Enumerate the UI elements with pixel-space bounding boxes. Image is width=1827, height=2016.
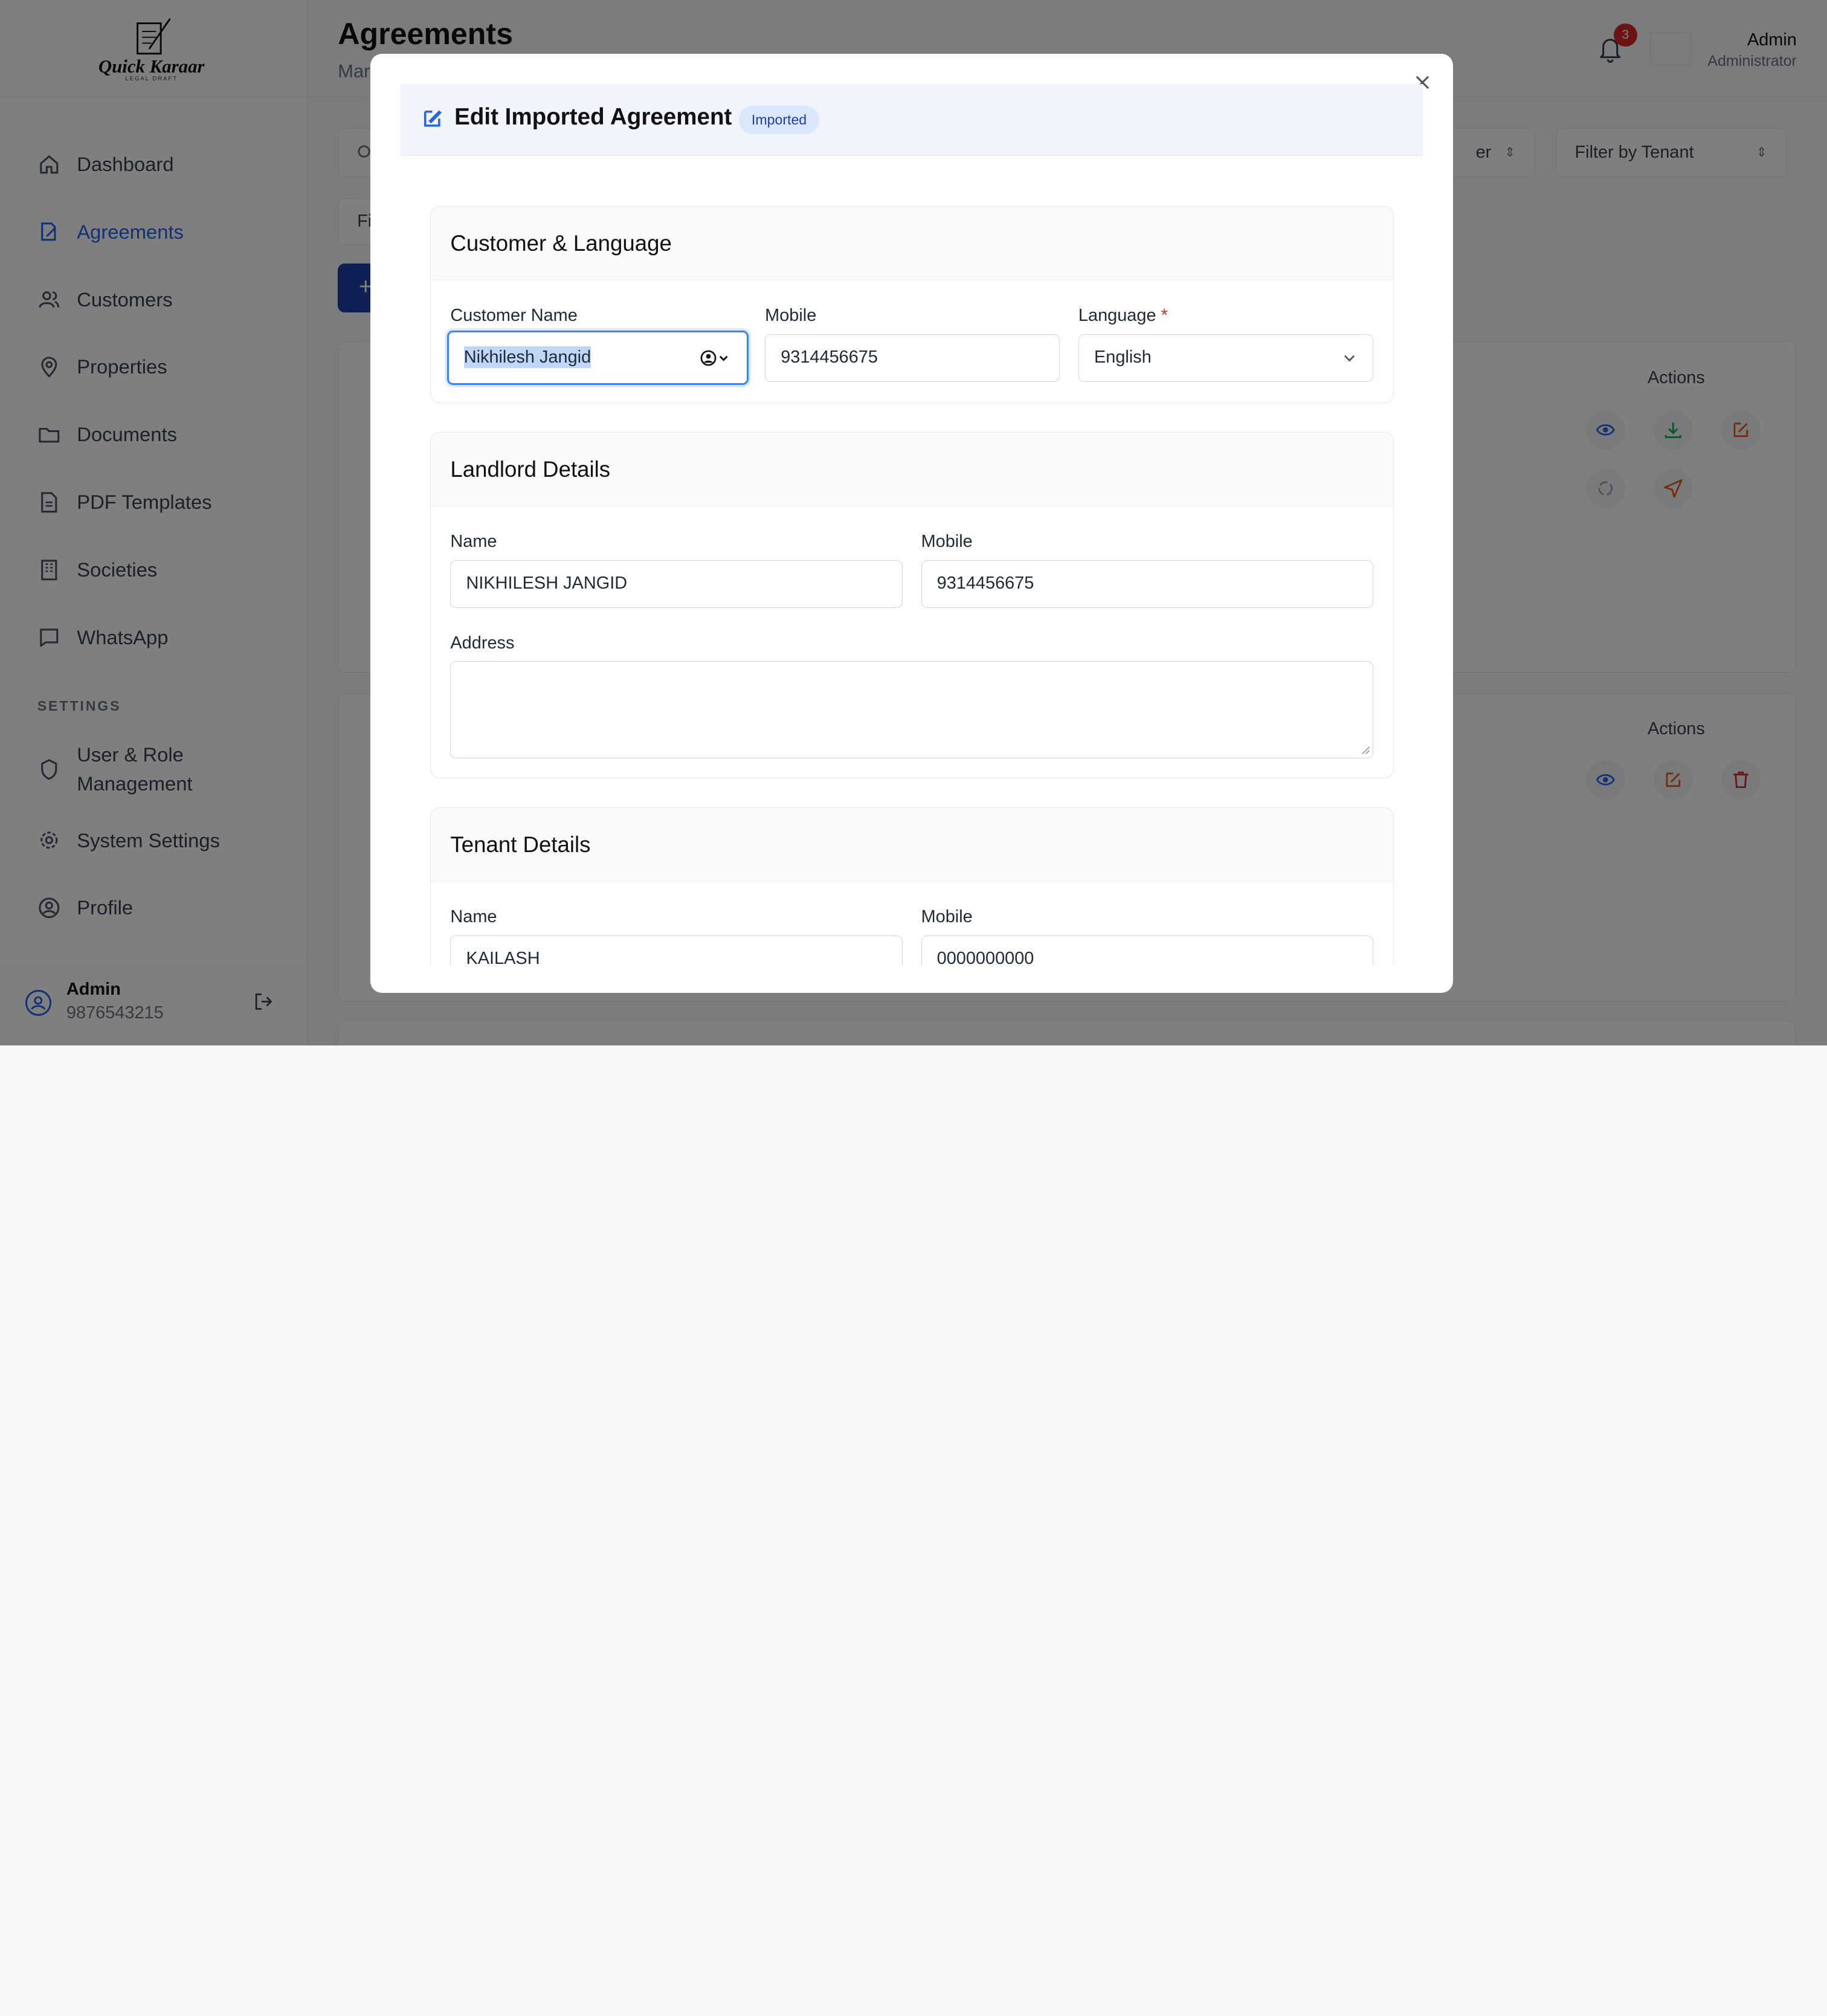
section-title: Landlord Details: [430, 433, 1393, 506]
language-select[interactable]: English: [1078, 334, 1373, 382]
customer-name-select[interactable]: Nikhilesh Jangid: [446, 330, 749, 386]
chevron-down-icon: [719, 356, 728, 362]
modal-title: Edit Imported Agreement: [454, 103, 732, 130]
mobile-input[interactable]: 9314456675: [765, 334, 1060, 382]
required-marker: *: [1161, 306, 1168, 326]
landlord-mobile-label: Mobile: [921, 532, 973, 552]
modal-header: Edit Imported Agreement Imported: [401, 83, 1423, 157]
language-label: Language *: [1078, 306, 1168, 326]
tenant-name-label: Name: [450, 907, 497, 927]
landlord-address-textarea[interactable]: [450, 661, 1373, 758]
customer-name-label: Customer Name: [450, 306, 578, 326]
customer-name-value: Nikhilesh Jangid: [463, 346, 591, 368]
section-title: Tenant Details: [430, 808, 1393, 882]
mobile-label: Mobile: [765, 306, 817, 326]
landlord-details-section: Landlord Details Name NIKHILESH JANGID M…: [430, 432, 1394, 779]
customer-language-section: Customer & Language Customer Name Nikhil…: [430, 206, 1394, 404]
tenant-mobile-label: Mobile: [921, 907, 973, 927]
tenant-name-input[interactable]: KAILASH: [450, 935, 903, 965]
landlord-name-label: Name: [450, 532, 497, 552]
chevron-down-icon: [1344, 355, 1355, 361]
language-value: English: [1094, 347, 1152, 367]
tenant-details-section: Tenant Details Name KAILASH Mobile 00000…: [430, 807, 1394, 965]
user-circle-icon: [700, 350, 717, 366]
tenant-mobile-input[interactable]: 0000000000: [921, 935, 1373, 965]
edit-icon: [424, 110, 442, 127]
app-root: Quick Karaar LEGAL DRAFT Dashboard Agree…: [0, 0, 1827, 1045]
edit-agreement-modal: Edit Imported Agreement Imported Custome…: [370, 53, 1453, 993]
landlord-address-label: Address: [450, 633, 515, 653]
language-label-text: Language: [1078, 306, 1156, 326]
section-title: Customer & Language: [430, 207, 1393, 280]
landlord-mobile-input[interactable]: 9314456675: [921, 560, 1373, 608]
status-badge: Imported: [738, 106, 820, 134]
landlord-name-input[interactable]: NIKHILESH JANGID: [450, 560, 903, 608]
resize-grip-icon[interactable]: [1361, 746, 1370, 755]
modal-body[interactable]: Customer & Language Customer Name Nikhil…: [370, 156, 1453, 965]
